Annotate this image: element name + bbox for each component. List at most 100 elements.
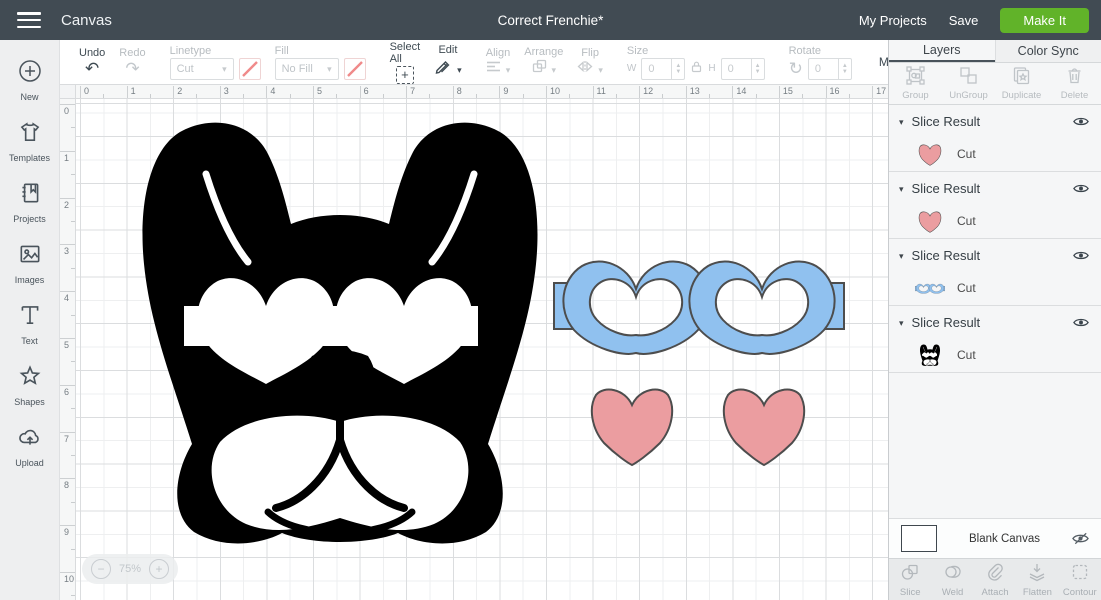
- pencil-icon: [434, 57, 452, 80]
- menu-icon[interactable]: [17, 12, 41, 28]
- delete-button[interactable]: Delete: [1048, 63, 1101, 104]
- topbar: Canvas Correct Frenchie* My Projects Sav…: [0, 0, 1101, 40]
- caret-down-icon: [506, 60, 511, 78]
- arrange-label: Arrange: [524, 46, 563, 58]
- height-input[interactable]: 0 ▲▼: [721, 58, 765, 80]
- linetype-value: Cut: [177, 63, 194, 75]
- layer-item-label: Cut: [957, 348, 976, 362]
- align-button[interactable]: Align: [479, 47, 518, 78]
- layer-item[interactable]: Cut: [889, 271, 1101, 305]
- fill-dropdown[interactable]: No Fill: [275, 58, 339, 80]
- layer-thumbnail-blue-glasses: [915, 283, 945, 294]
- zoom-level: 75%: [119, 563, 141, 575]
- contour-button[interactable]: Contour: [1059, 559, 1101, 600]
- visibility-eye-icon[interactable]: [1073, 317, 1089, 328]
- ungroup-button[interactable]: UnGroup: [942, 63, 995, 104]
- collapse-caret-icon[interactable]: [899, 112, 904, 130]
- collapse-caret-icon[interactable]: [899, 313, 904, 331]
- zoom-out-button[interactable]: −: [91, 559, 111, 579]
- slice-button[interactable]: Slice: [889, 559, 931, 600]
- pink-heart-shape-right[interactable]: [720, 383, 808, 467]
- sidebar-item-shapes[interactable]: Shapes: [0, 355, 59, 416]
- flatten-button[interactable]: Flatten: [1016, 559, 1058, 600]
- arrange-button[interactable]: Arrange: [517, 46, 570, 78]
- layer-item-label: Cut: [957, 147, 976, 161]
- rotate-icon: ↻: [789, 60, 803, 77]
- width-input[interactable]: 0 ▲▼: [641, 58, 685, 80]
- layer-item[interactable]: Cut: [889, 137, 1101, 171]
- delete-label: Delete: [1061, 90, 1088, 101]
- layer-item[interactable]: Cut: [889, 204, 1101, 238]
- height-stepper[interactable]: ▲▼: [751, 59, 764, 79]
- group-button[interactable]: Group: [889, 63, 942, 104]
- save-link[interactable]: Save: [949, 13, 979, 28]
- make-it-button[interactable]: Make It: [1000, 8, 1089, 33]
- caret-down-icon: [327, 63, 332, 75]
- duplicate-button[interactable]: Duplicate: [995, 63, 1048, 104]
- redo-button[interactable]: Redo ↷: [112, 47, 152, 77]
- caret-down-icon: [222, 63, 227, 75]
- layers-panel: Layers Color Sync Group UnGroup Duplicat…: [888, 40, 1101, 600]
- select-all-button[interactable]: Select All: [383, 41, 428, 84]
- tab-color-sync[interactable]: Color Sync: [995, 40, 1101, 62]
- sidebar-item-label: Projects: [13, 214, 46, 224]
- collapse-caret-icon[interactable]: [899, 246, 904, 264]
- zoom-in-button[interactable]: +: [149, 559, 169, 579]
- fill-color-swatch[interactable]: [344, 58, 366, 80]
- tab-layers[interactable]: Layers: [889, 40, 995, 62]
- width-stepper[interactable]: ▲▼: [671, 59, 684, 79]
- image-icon: [17, 241, 43, 272]
- edit-button[interactable]: Edit: [427, 44, 469, 80]
- frenchie-head-shape[interactable]: [128, 112, 552, 546]
- sidebar-item-projects[interactable]: Projects: [0, 172, 59, 233]
- layer-group: Slice Result Cut: [889, 239, 1101, 306]
- layer-thumbnail-frenchie: [915, 344, 945, 366]
- rotate-stepper[interactable]: ▲▼: [838, 59, 851, 79]
- contour-icon: [1070, 562, 1090, 585]
- layer-group-header[interactable]: Slice Result: [889, 306, 1101, 338]
- pink-heart-shape-left[interactable]: [588, 383, 676, 467]
- weld-button[interactable]: Weld: [931, 559, 973, 600]
- panel-spacer: [889, 373, 1101, 518]
- visibility-eye-icon[interactable]: [1073, 250, 1089, 261]
- rotate-input[interactable]: 0 ▲▼: [808, 58, 852, 80]
- visibility-eye-off-icon[interactable]: [1072, 532, 1089, 545]
- sidebar-item-images[interactable]: Images: [0, 233, 59, 294]
- slice-label: Slice: [900, 587, 921, 598]
- fill-label: Fill: [275, 45, 289, 57]
- linetype-dropdown[interactable]: Cut: [170, 58, 234, 80]
- layer-group-header[interactable]: Slice Result: [889, 239, 1101, 271]
- sidebar-item-new[interactable]: New: [0, 50, 59, 111]
- visibility-eye-icon[interactable]: [1073, 183, 1089, 194]
- layer-item[interactable]: Cut: [889, 338, 1101, 372]
- lock-icon[interactable]: [690, 60, 703, 78]
- caret-down-icon: [457, 60, 462, 78]
- height-value: 0: [722, 59, 751, 79]
- edit-toolbar: Undo ↶ Redo ↷ Linetype Cut Fill No Fill: [60, 40, 888, 85]
- layer-thumbnail-pink-heart: [915, 210, 945, 233]
- canvas-color-swatch[interactable]: [901, 525, 937, 552]
- sidebar-item-upload[interactable]: Upload: [0, 416, 59, 477]
- attach-button[interactable]: Attach: [974, 559, 1016, 600]
- layer-group-title: Slice Result: [912, 114, 981, 129]
- visibility-eye-icon[interactable]: [1073, 116, 1089, 127]
- sidebar-item-label: Text: [21, 336, 38, 346]
- undo-button[interactable]: Undo ↶: [72, 47, 112, 77]
- caret-down-icon: [598, 60, 603, 78]
- layer-group-header[interactable]: Slice Result: [889, 172, 1101, 204]
- sidebar-item-text[interactable]: Text: [0, 294, 59, 355]
- redo-icon: ↷: [125, 60, 139, 77]
- flip-button[interactable]: Flip: [570, 47, 610, 78]
- collapse-caret-icon[interactable]: [899, 179, 904, 197]
- my-projects-link[interactable]: My Projects: [859, 13, 927, 28]
- layer-group-title: Slice Result: [912, 315, 981, 330]
- topbar-actions: My Projects Save Make It: [859, 8, 1101, 33]
- rotate-label: Rotate: [789, 45, 821, 57]
- slice-icon: [900, 562, 920, 585]
- layer-group-header[interactable]: Slice Result: [889, 105, 1101, 137]
- sidebar-item-label: New: [20, 92, 38, 102]
- heart-glasses-shape[interactable]: [553, 253, 845, 357]
- weld-icon: [943, 562, 963, 585]
- sidebar-item-templates[interactable]: Templates: [0, 111, 59, 172]
- linetype-color-swatch[interactable]: [239, 58, 261, 80]
